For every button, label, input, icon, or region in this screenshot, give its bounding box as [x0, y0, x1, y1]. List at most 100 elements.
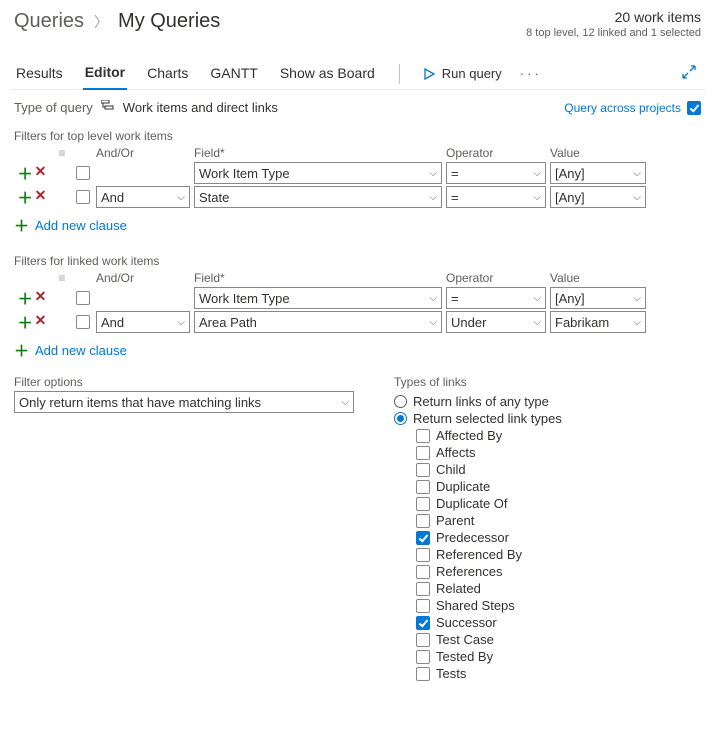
link-type-label: Test Case [436, 632, 494, 647]
delete-clause-button[interactable]: ✕ [35, 187, 47, 208]
linked-operator-1-value: Under [451, 315, 486, 330]
tab-editor[interactable]: Editor [83, 58, 127, 90]
link-type-checkbox[interactable] [416, 480, 430, 494]
top-filters-label: Filters for top level work items [10, 121, 705, 145]
top-field-1-select[interactable]: State⌵ [194, 186, 442, 208]
top-field-1-value: State [199, 190, 229, 205]
row-checkbox[interactable] [76, 190, 90, 204]
link-type-checkbox[interactable] [416, 616, 430, 630]
top-value-0-value: [Any] [555, 166, 585, 181]
header-value: Value [550, 271, 646, 285]
more-actions-button[interactable]: ··· [520, 66, 542, 81]
linked-field-1-value: Area Path [199, 315, 257, 330]
chevron-down-icon: ⌵ [429, 293, 437, 304]
expand-icon[interactable] [681, 64, 701, 83]
link-type-checkbox[interactable] [416, 446, 430, 460]
top-operator-1-value: = [451, 190, 459, 205]
top-field-0-select[interactable]: Work Item Type⌵ [194, 162, 442, 184]
plus-icon: ＋ [14, 340, 29, 361]
link-type-checkbox[interactable] [416, 497, 430, 511]
filter-options-select[interactable]: Only return items that have matching lin… [14, 391, 354, 413]
link-type-checkbox[interactable] [416, 548, 430, 562]
tab-gantt[interactable]: GANTT [208, 59, 259, 89]
radio-any-type[interactable] [394, 395, 407, 408]
divider [399, 64, 400, 84]
link-type-checkbox[interactable] [416, 582, 430, 596]
link-type-label: Shared Steps [436, 598, 515, 613]
query-across-projects-checkbox[interactable] [687, 101, 701, 115]
linked-field-0-value: Work Item Type [199, 291, 290, 306]
link-type-checkbox[interactable] [416, 565, 430, 579]
linked-operator-1-select[interactable]: Under ⌵ [446, 311, 546, 333]
linked-operator-0-select[interactable]: =⌵ [446, 287, 546, 309]
linked-value-1-select[interactable]: Fabrikam⌵ [550, 311, 646, 333]
link-type-checkbox[interactable] [416, 463, 430, 477]
header-field: Field* [194, 271, 442, 285]
link-type-checkbox[interactable] [416, 429, 430, 443]
clause-row: ＋ ✕ And⌵ State⌵ =⌵ [Any]⌵ [10, 185, 705, 209]
query-type-value[interactable]: Work items and direct links [123, 100, 278, 115]
link-type-checkbox[interactable] [416, 514, 430, 528]
linked-field-1-select[interactable]: Area Path⌵ [194, 311, 442, 333]
link-type-option: Referenced By [416, 546, 562, 563]
top-value-1-select[interactable]: [Any]⌵ [550, 186, 646, 208]
link-type-label: Related [436, 581, 481, 596]
top-operator-0-select[interactable]: =⌵ [446, 162, 546, 184]
link-type-checkbox[interactable] [416, 531, 430, 545]
insert-clause-button[interactable]: ＋ [18, 288, 33, 309]
linked-operator-0-value: = [451, 291, 459, 306]
link-type-option: Duplicate [416, 478, 562, 495]
types-of-links-label: Types of links [394, 375, 562, 389]
top-andor-1-select[interactable]: And⌵ [96, 186, 190, 208]
linked-value-1-value: Fabrikam [555, 315, 609, 330]
tab-results[interactable]: Results [14, 59, 65, 89]
link-type-option: Shared Steps [416, 597, 562, 614]
linked-value-0-select[interactable]: [Any]⌵ [550, 287, 646, 309]
chevron-down-icon: ⌵ [177, 192, 185, 203]
link-type-checkbox[interactable] [416, 633, 430, 647]
run-query-button[interactable]: Run query [422, 66, 502, 81]
link-type-checkbox[interactable] [416, 650, 430, 664]
chevron-down-icon: ⌵ [633, 168, 641, 179]
add-clause-linked[interactable]: ＋ Add new clause [10, 334, 705, 371]
row-checkbox[interactable] [76, 291, 90, 305]
chevron-down-icon: ⌵ [177, 317, 185, 328]
link-type-checkbox[interactable] [416, 667, 430, 681]
insert-clause-button[interactable]: ＋ [18, 163, 33, 184]
type-of-query-label: Type of query [14, 100, 93, 115]
link-type-label: Affected By [436, 428, 502, 443]
header-value: Value [550, 146, 646, 160]
link-type-checkbox[interactable] [416, 599, 430, 613]
link-type-option: Duplicate Of [416, 495, 562, 512]
row-checkbox[interactable] [76, 315, 90, 329]
tab-show-as-board[interactable]: Show as Board [278, 59, 377, 89]
chevron-down-icon: ⌵ [533, 317, 541, 328]
link-type-option: Child [416, 461, 562, 478]
link-type-option: Related [416, 580, 562, 597]
insert-clause-button[interactable]: ＋ [18, 312, 33, 333]
tab-charts[interactable]: Charts [145, 59, 190, 89]
link-type-label: Tests [436, 666, 466, 681]
add-clause-top[interactable]: ＋ Add new clause [10, 209, 705, 246]
add-clause-label: Add new clause [35, 218, 127, 233]
link-type-option: Affected By [416, 427, 562, 444]
delete-clause-button[interactable]: ✕ [35, 288, 47, 309]
row-checkbox[interactable] [76, 166, 90, 180]
breadcrumb: Queries 〉 My Queries [14, 8, 220, 33]
insert-clause-button[interactable]: ＋ [18, 187, 33, 208]
delete-clause-button[interactable]: ✕ [35, 163, 47, 184]
linked-andor-1-select[interactable]: And⌵ [96, 311, 190, 333]
linked-field-0-select[interactable]: Work Item Type ⌵ [194, 287, 442, 309]
top-value-0-select[interactable]: [Any] ⌵ [550, 162, 646, 184]
tab-bar: Results Editor Charts GANTT Show as Boar… [10, 44, 705, 90]
breadcrumb-parent[interactable]: Queries [14, 10, 84, 33]
top-field-0-value: Work Item Type [199, 166, 290, 181]
radio-selected-types[interactable] [394, 412, 407, 425]
chevron-down-icon: ⌵ [633, 192, 641, 203]
link-type-option: Parent [416, 512, 562, 529]
delete-clause-button[interactable]: ✕ [35, 312, 47, 333]
stats-count: 20 work items [526, 8, 701, 26]
header-andor: And/Or [96, 146, 190, 160]
top-operator-1-select[interactable]: =⌵ [446, 186, 546, 208]
add-clause-label: Add new clause [35, 343, 127, 358]
